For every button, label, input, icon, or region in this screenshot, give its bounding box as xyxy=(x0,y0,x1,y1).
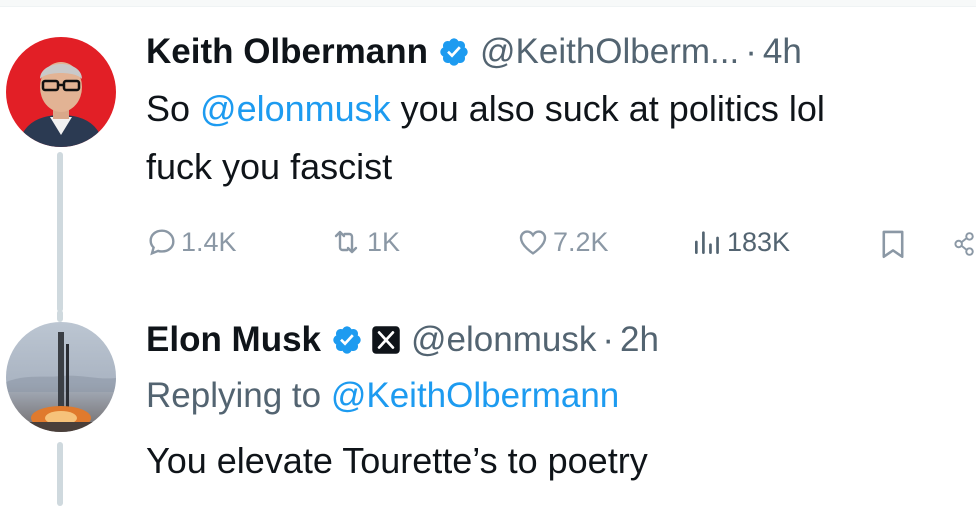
tweet-text-line-1: So @elonmusk you also suck at politics l… xyxy=(146,80,825,138)
tweet-keith-olbermann[interactable]: Keith Olbermann @KeithOlberm... · 4h So … xyxy=(0,0,976,312)
timestamp[interactable]: 2h xyxy=(620,320,659,360)
thread-line-bottom xyxy=(57,442,63,506)
tweet-text-line-2: fuck you fascist xyxy=(146,146,393,187)
share-icon xyxy=(954,232,974,256)
person-portrait-icon xyxy=(6,37,116,147)
thread-line xyxy=(57,152,63,312)
avatar-keith-olbermann[interactable] xyxy=(6,37,116,147)
tweet-text: So @elonmusk you also suck at politics l… xyxy=(146,80,825,196)
user-handle[interactable]: @elonmusk xyxy=(411,320,596,360)
bookmark-button[interactable] xyxy=(876,226,913,262)
tweet-header: Keith Olbermann @KeithOlberm... · 4h xyxy=(146,30,802,74)
views-button[interactable]: 183K xyxy=(690,226,790,258)
analytics-bars-icon xyxy=(695,231,719,254)
tweet-text: You elevate Tourette’s to poetry xyxy=(146,440,648,481)
repost-icon xyxy=(334,230,358,254)
replying-prefix: Replying to xyxy=(146,376,331,415)
bookmark-icon xyxy=(882,230,904,259)
repost-button[interactable]: 1K xyxy=(328,226,400,258)
like-count: 7.2K xyxy=(553,226,609,257)
tweet-text-segment: So xyxy=(146,88,201,129)
replying-to: Replying to @KeithOlbermann xyxy=(146,376,619,416)
mention-link[interactable]: @elonmusk xyxy=(200,88,391,129)
user-handle[interactable]: @KeithOlberm... xyxy=(480,32,739,72)
tweet-actions: 1.4K 1K 7.2K 183K xyxy=(146,226,976,262)
heart-icon xyxy=(519,230,547,255)
timestamp[interactable]: 4h xyxy=(763,32,802,72)
separator-dot: · xyxy=(745,32,757,71)
avatar-elon-musk[interactable] xyxy=(6,322,116,432)
display-name[interactable]: Keith Olbermann xyxy=(146,32,428,72)
verified-badge-icon[interactable] xyxy=(438,36,470,68)
separator-dot: · xyxy=(602,320,615,359)
thread-line-top xyxy=(57,310,63,322)
reply-icon xyxy=(149,229,175,256)
tweet-text-segment: you also suck at politics lol xyxy=(390,88,825,129)
reply-button[interactable]: 1.4K xyxy=(146,226,237,258)
share-button[interactable] xyxy=(950,228,976,260)
tweet-elon-musk[interactable]: Elon Musk @elonmusk · 2h Replying to @Ke… xyxy=(0,310,976,506)
tweet-header: Elon Musk @elonmusk · 2h xyxy=(146,318,659,362)
reply-count: 1.4K xyxy=(181,226,237,257)
replying-handle-link[interactable]: @KeithOlbermann xyxy=(331,376,619,415)
x-affiliate-badge-icon[interactable] xyxy=(371,325,401,355)
verified-badge-icon[interactable] xyxy=(331,324,363,356)
view-count: 183K xyxy=(727,226,791,257)
like-button[interactable]: 7.2K xyxy=(516,226,609,258)
repost-count: 1K xyxy=(367,226,401,257)
rocket-launch-icon xyxy=(6,322,116,432)
display-name[interactable]: Elon Musk xyxy=(146,320,321,360)
